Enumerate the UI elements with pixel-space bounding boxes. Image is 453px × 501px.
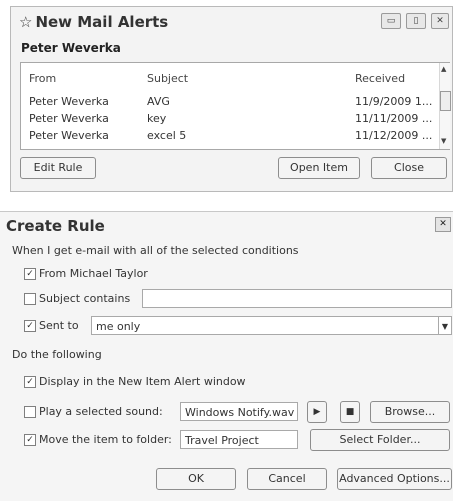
table-row[interactable]: Peter Weverka key 11/11/2009 ...	[21, 112, 433, 128]
column-header-from[interactable]: From	[29, 72, 56, 85]
close-button[interactable]: Close	[371, 157, 447, 179]
display-alert-checkbox[interactable]: ✓	[24, 376, 36, 388]
chevron-down-icon[interactable]: ▼	[438, 316, 452, 335]
open-item-button[interactable]: Open Item	[278, 157, 360, 179]
row-from: Peter Weverka	[29, 129, 109, 142]
from-label[interactable]: From Michael Taylor	[39, 267, 148, 280]
table-row[interactable]: Peter Weverka excel 5 11/12/2009 ...	[21, 129, 433, 145]
play-sound-label[interactable]: Play a selected sound:	[39, 405, 163, 418]
close-icon[interactable]: ✕	[435, 217, 451, 232]
sender-heading: Peter Weverka	[21, 41, 121, 55]
star-icon: ☆	[19, 13, 33, 31]
move-folder-checkbox[interactable]: ✓	[24, 434, 36, 446]
row-subject: excel 5	[147, 129, 187, 142]
from-checkbox[interactable]: ✓	[24, 268, 36, 280]
sent-to-value: me only	[96, 320, 141, 333]
alerts-window-title: ☆ New Mail Alerts	[19, 13, 169, 31]
folder-input[interactable]: Travel Project	[180, 430, 298, 449]
cancel-button[interactable]: Cancel	[247, 468, 327, 490]
alerts-list[interactable]: From Subject Received Peter Weverka AVG …	[20, 62, 451, 150]
play-sound-checkbox[interactable]	[24, 406, 36, 418]
row-received: 11/9/2009 1...	[355, 95, 433, 108]
play-icon[interactable]: ▶	[307, 401, 327, 423]
subject-input[interactable]	[142, 289, 452, 308]
edit-rule-button[interactable]: Edit Rule	[20, 157, 96, 179]
subject-checkbox[interactable]	[24, 293, 36, 305]
sent-to-select[interactable]: me only	[91, 316, 440, 335]
browse-button[interactable]: Browse...	[370, 401, 450, 423]
maximize-icon[interactable]: ▯	[406, 13, 426, 29]
ok-button[interactable]: OK	[156, 468, 236, 490]
create-rule-dialog: Create Rule ✕ When I get e-mail with all…	[0, 211, 453, 501]
stop-icon[interactable]: ■	[340, 401, 360, 423]
table-row[interactable]: Peter Weverka AVG 11/9/2009 1...	[21, 95, 433, 111]
subject-label[interactable]: Subject contains	[39, 292, 130, 305]
alerts-scrollbar[interactable]: ▲ ▼	[439, 63, 451, 149]
sound-file-input[interactable]: Windows Notify.wav	[180, 402, 298, 421]
column-header-received[interactable]: Received	[355, 72, 405, 85]
scroll-down-icon[interactable]: ▼	[441, 137, 446, 145]
sent-to-label[interactable]: Sent to	[39, 319, 79, 332]
minimize-icon[interactable]: ▭	[381, 13, 401, 29]
close-icon[interactable]: ✕	[431, 13, 449, 29]
row-subject: AVG	[147, 95, 170, 108]
select-folder-button[interactable]: Select Folder...	[310, 429, 450, 451]
conditions-heading: When I get e-mail with all of the select…	[12, 244, 299, 257]
new-mail-alerts-window: ☆ New Mail Alerts ▭ ▯ ✕ Peter Weverka Fro…	[10, 6, 453, 192]
row-from: Peter Weverka	[29, 95, 109, 108]
row-received: 11/12/2009 ...	[355, 129, 433, 142]
display-alert-label[interactable]: Display in the New Item Alert window	[39, 375, 246, 388]
sent-to-checkbox[interactable]: ✓	[24, 320, 36, 332]
column-header-subject[interactable]: Subject	[147, 72, 188, 85]
advanced-options-button[interactable]: Advanced Options...	[337, 468, 452, 490]
actions-heading: Do the following	[12, 348, 102, 361]
dialog-title: Create Rule	[6, 217, 105, 235]
scroll-up-icon[interactable]: ▲	[441, 65, 446, 73]
row-subject: key	[147, 112, 167, 125]
move-folder-label[interactable]: Move the item to folder:	[39, 433, 172, 446]
scroll-thumb[interactable]	[440, 91, 451, 111]
row-received: 11/11/2009 ...	[355, 112, 433, 125]
row-from: Peter Weverka	[29, 112, 109, 125]
